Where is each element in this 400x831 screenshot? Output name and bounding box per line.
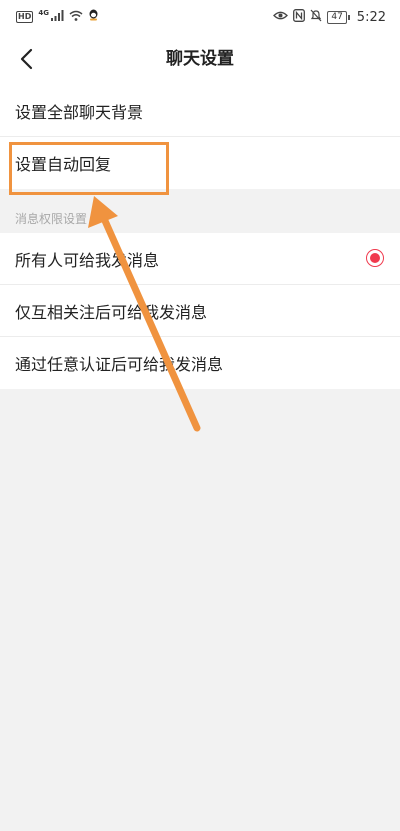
header: 聊天设置 (0, 34, 400, 85)
qq-icon (88, 9, 99, 25)
auto-reply-row[interactable]: 设置自动回复 (0, 137, 400, 189)
permission-option-verified[interactable]: 通过任意认证后可给我发消息 (0, 337, 400, 389)
wifi-icon (69, 10, 83, 25)
clock: 5:22 (356, 9, 386, 25)
selected-radio-icon[interactable] (366, 249, 384, 267)
nfc-icon (293, 8, 306, 26)
status-right: 47 5:22 (273, 8, 386, 26)
permissions-section-title: 消息权限设置 (15, 212, 88, 226)
signal-icon (50, 9, 64, 25)
battery-tip (347, 14, 350, 20)
mute-bell-icon (310, 9, 322, 26)
battery-icon: 47 (327, 10, 350, 24)
status-bar: HD 4G 47 5:22 (0, 0, 400, 34)
status-left: HD 4G (16, 9, 99, 25)
auto-reply-label: 设置自动回复 (15, 155, 112, 174)
eye-icon (273, 10, 289, 25)
permission-option-label: 所有人可给我发消息 (15, 251, 160, 270)
hd-badge: HD (16, 11, 34, 23)
permission-option-mutual-follow[interactable]: 仅互相关注后可给我发消息 (0, 285, 400, 337)
permission-option-everyone[interactable]: 所有人可给我发消息 (0, 233, 400, 285)
battery-level: 47 (327, 10, 347, 24)
chat-background-row[interactable]: 设置全部聊天背景 (0, 85, 400, 137)
permission-option-label: 通过任意认证后可给我发消息 (15, 355, 224, 374)
network-type: 4G (38, 9, 49, 17)
radio-dot (370, 253, 380, 263)
permission-option-label: 仅互相关注后可给我发消息 (15, 303, 208, 322)
page-title: 聊天设置 (166, 49, 234, 69)
chat-background-label: 设置全部聊天背景 (15, 103, 144, 122)
